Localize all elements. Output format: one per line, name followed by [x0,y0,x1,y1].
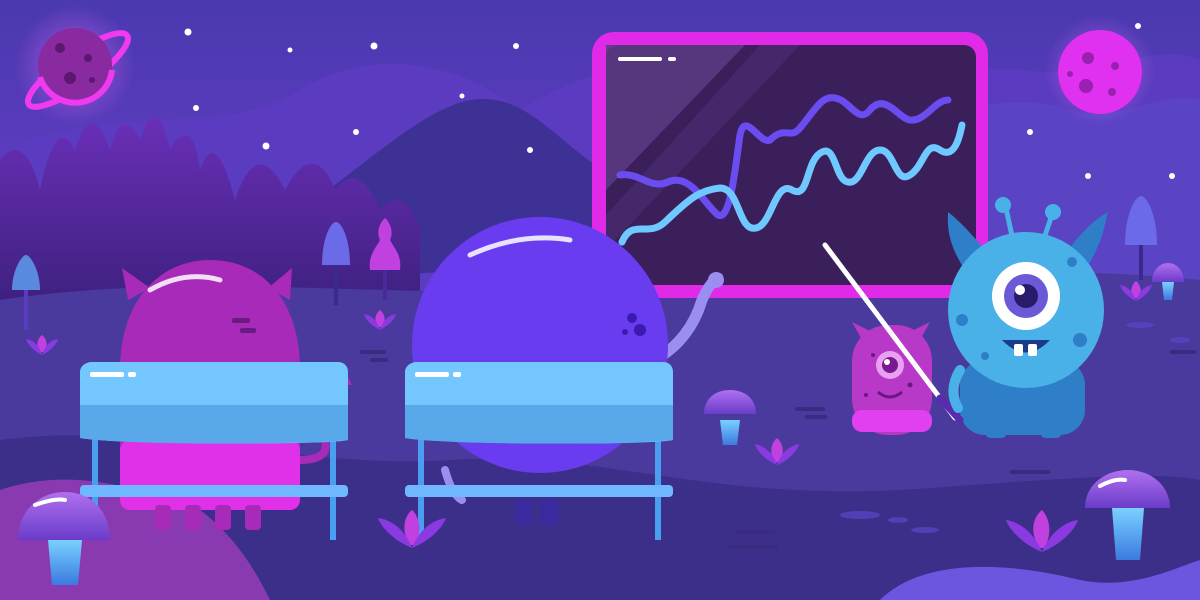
classroom-illustration [0,0,1200,600]
star [1169,173,1175,179]
star [353,129,359,135]
star [1085,173,1091,179]
star [1027,129,1033,135]
star [193,105,199,111]
illustration-canvas [0,0,1200,600]
chalkboard-icon [592,32,988,298]
star [459,93,465,99]
star [1135,23,1141,29]
chalkboard-title-dot [668,57,676,61]
star [184,28,192,36]
star [262,142,270,150]
chalkboard-title-line [618,57,662,61]
star [287,47,293,53]
star [513,43,519,49]
small-monster [852,322,932,435]
moon-icon [1045,15,1155,125]
star [527,147,533,153]
star [370,42,378,50]
